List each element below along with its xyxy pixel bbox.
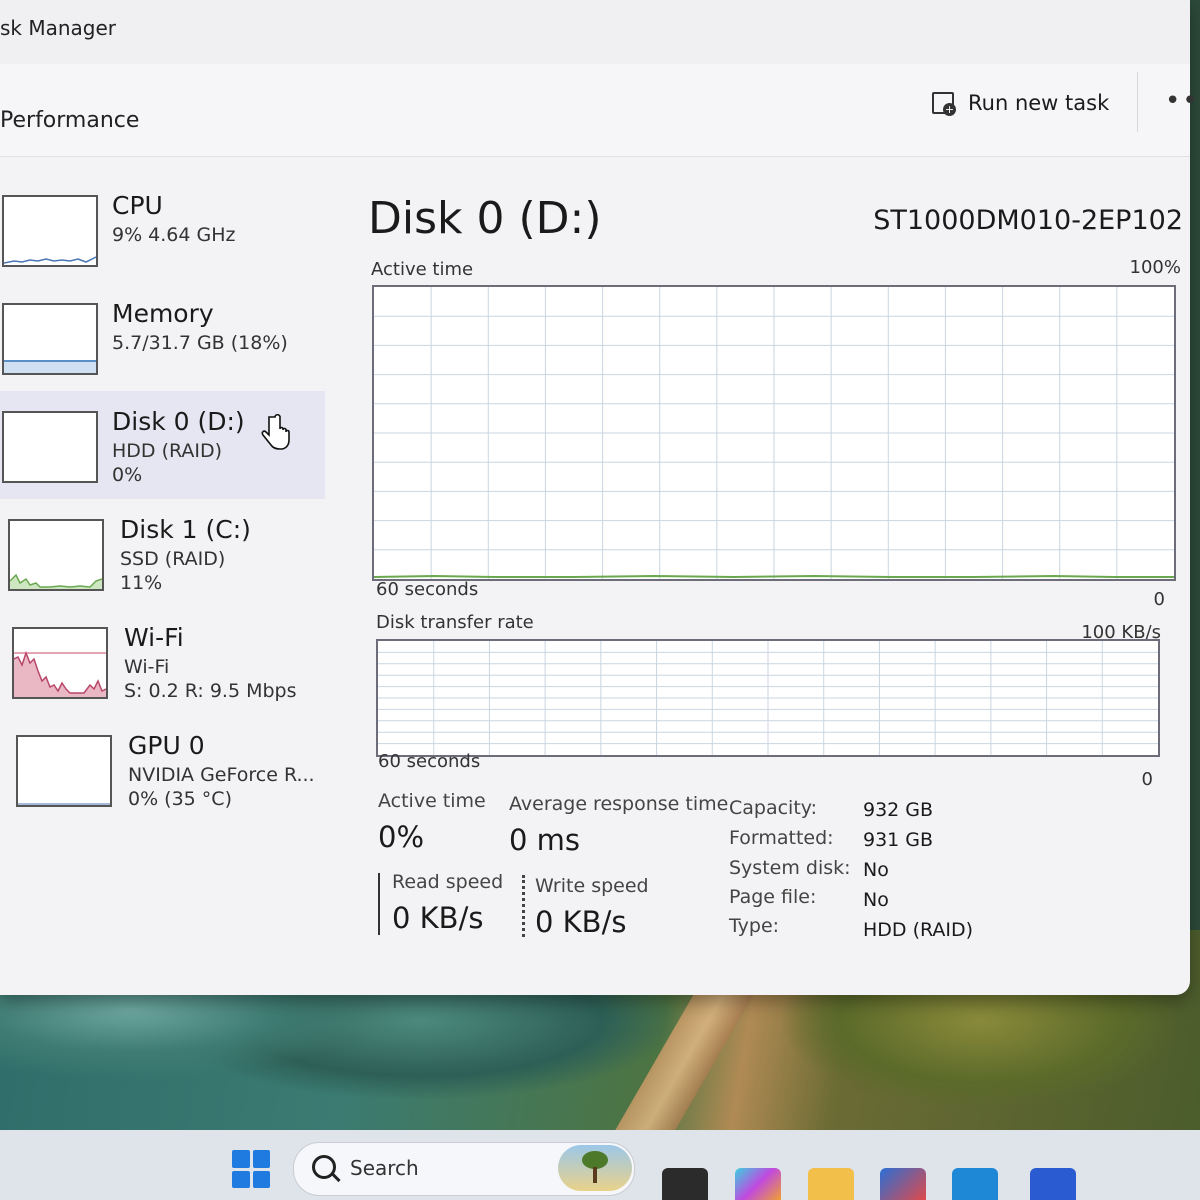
file-explorer-icon[interactable] — [808, 1168, 854, 1200]
avg-response-label: Average response time — [509, 793, 729, 815]
wifi-thumbnail-graph — [12, 627, 108, 699]
windows-logo-icon — [232, 1150, 250, 1168]
active-time-duration-label: 60 seconds — [376, 579, 479, 600]
active-time-min-label: 0 — [1153, 589, 1165, 610]
resource-sidebar: CPU 9% 4.64 GHz Memory 5.7/31.7 GB (18%)… — [0, 175, 325, 823]
read-speed-label: Read speed — [392, 871, 504, 893]
taskbar-search[interactable]: Search — [293, 1142, 635, 1196]
gpu-name: GPU 0 — [128, 731, 205, 760]
write-speed-indicator — [522, 875, 525, 937]
wifi-adapter: Wi-Fi — [124, 656, 170, 678]
sidebar-item-disk1[interactable]: Disk 1 (C:) SSD (RAID) 11% — [0, 499, 325, 607]
transfer-rate-duration-label: 60 seconds — [378, 751, 481, 772]
read-speed-value: 0 KB/s — [392, 901, 484, 935]
active-time-graph — [372, 285, 1176, 581]
wifi-throughput: S: 0.2 R: 9.5 Mbps — [124, 680, 297, 702]
active-time-series-line — [374, 574, 1174, 579]
transfer-rate-graph-label: Disk transfer rate — [376, 612, 534, 633]
title-bar[interactable]: sk Manager — [0, 0, 1190, 64]
disk0-name: Disk 0 (D:) — [112, 407, 245, 436]
active-time-stat-value: 0% — [378, 820, 425, 854]
active-time-stat-label: Active time — [378, 790, 486, 812]
window-title: sk Manager — [0, 16, 117, 40]
page-title: Performance — [0, 108, 140, 133]
command-separator — [1137, 72, 1138, 132]
transfer-rate-min-label: 0 — [1141, 769, 1153, 790]
memory-thumbnail-graph — [2, 303, 98, 375]
avg-response-value: 0 ms — [509, 823, 581, 857]
capacity-label: Capacity: — [729, 797, 818, 819]
cpu-usage: 9% 4.64 GHz — [112, 224, 236, 246]
cpu-name: CPU — [112, 191, 163, 220]
sidebar-item-cpu[interactable]: CPU 9% 4.64 GHz — [0, 175, 325, 283]
read-speed-indicator — [378, 873, 380, 935]
disk1-name: Disk 1 (C:) — [120, 515, 251, 544]
formatted-value: 931 GB — [863, 829, 934, 851]
sidebar-item-memory[interactable]: Memory 5.7/31.7 GB (18%) — [0, 283, 325, 391]
write-speed-label: Write speed — [535, 875, 649, 897]
mail-icon[interactable] — [1030, 1168, 1076, 1200]
sidebar-item-wifi[interactable]: Wi-Fi Wi-Fi S: 0.2 R: 9.5 Mbps — [0, 607, 325, 715]
search-icon — [312, 1155, 336, 1179]
sidebar-item-disk0[interactable]: Disk 0 (D:) HDD (RAID) 0% — [0, 391, 325, 499]
page-file-label: Page file: — [729, 886, 817, 908]
gpu-usage: 0% (35 °C) — [128, 788, 232, 810]
write-speed-value: 0 KB/s — [535, 905, 627, 939]
active-time-graph-label: Active time — [371, 259, 474, 280]
copilot-icon[interactable] — [735, 1168, 781, 1200]
memory-usage: 5.7/31.7 GB (18%) — [112, 332, 288, 354]
disk0-thumbnail-graph — [2, 411, 98, 483]
sidebar-item-gpu0[interactable]: GPU 0 NVIDIA GeForce R... 0% (35 °C) — [0, 715, 325, 823]
edge-icon[interactable] — [952, 1168, 998, 1200]
formatted-label: Formatted: — [729, 827, 834, 849]
run-new-task-button[interactable]: + Run new task — [930, 90, 1109, 116]
system-disk-value: No — [863, 859, 889, 881]
disk1-type: SSD (RAID) — [120, 548, 226, 570]
capacity-value: 932 GB — [863, 799, 934, 821]
cpu-thumbnail-graph — [2, 195, 98, 267]
search-highlight-tree-icon — [558, 1145, 632, 1191]
page-file-value: No — [863, 889, 889, 911]
run-new-task-label: Run new task — [968, 91, 1110, 115]
more-options-button[interactable]: ••• — [1165, 86, 1200, 116]
disk1-usage: 11% — [120, 572, 163, 594]
store-icon[interactable] — [880, 1168, 926, 1200]
taskview-icon[interactable] — [662, 1168, 708, 1200]
memory-name: Memory — [112, 299, 214, 328]
type-label: Type: — [729, 915, 780, 937]
disk0-type: HDD (RAID) — [112, 440, 223, 462]
run-task-icon: + — [930, 90, 956, 116]
disk0-usage: 0% — [112, 464, 143, 486]
hand-pointer-cursor-icon — [261, 413, 290, 450]
wifi-name: Wi-Fi — [124, 623, 184, 652]
task-manager-window: sk Manager Performance + Run new task ••… — [0, 0, 1200, 995]
system-disk-label: System disk: — [729, 857, 851, 879]
gpu-model: NVIDIA GeForce R... — [128, 764, 315, 786]
type-value: HDD (RAID) — [863, 919, 974, 941]
active-time-max-label: 100% — [1129, 257, 1181, 278]
command-bar: Performance + Run new task ••• — [0, 64, 1200, 157]
search-placeholder: Search — [350, 1156, 419, 1180]
disk-model: ST1000DM010-2EP102 — [873, 205, 1183, 236]
disk1-thumbnail-graph — [8, 519, 104, 591]
taskbar: Search — [0, 1130, 1200, 1200]
disk-title: Disk 0 (D:) — [368, 193, 602, 244]
start-button[interactable] — [232, 1150, 270, 1188]
transfer-rate-graph — [376, 639, 1160, 757]
gpu-thumbnail-graph — [16, 735, 112, 807]
